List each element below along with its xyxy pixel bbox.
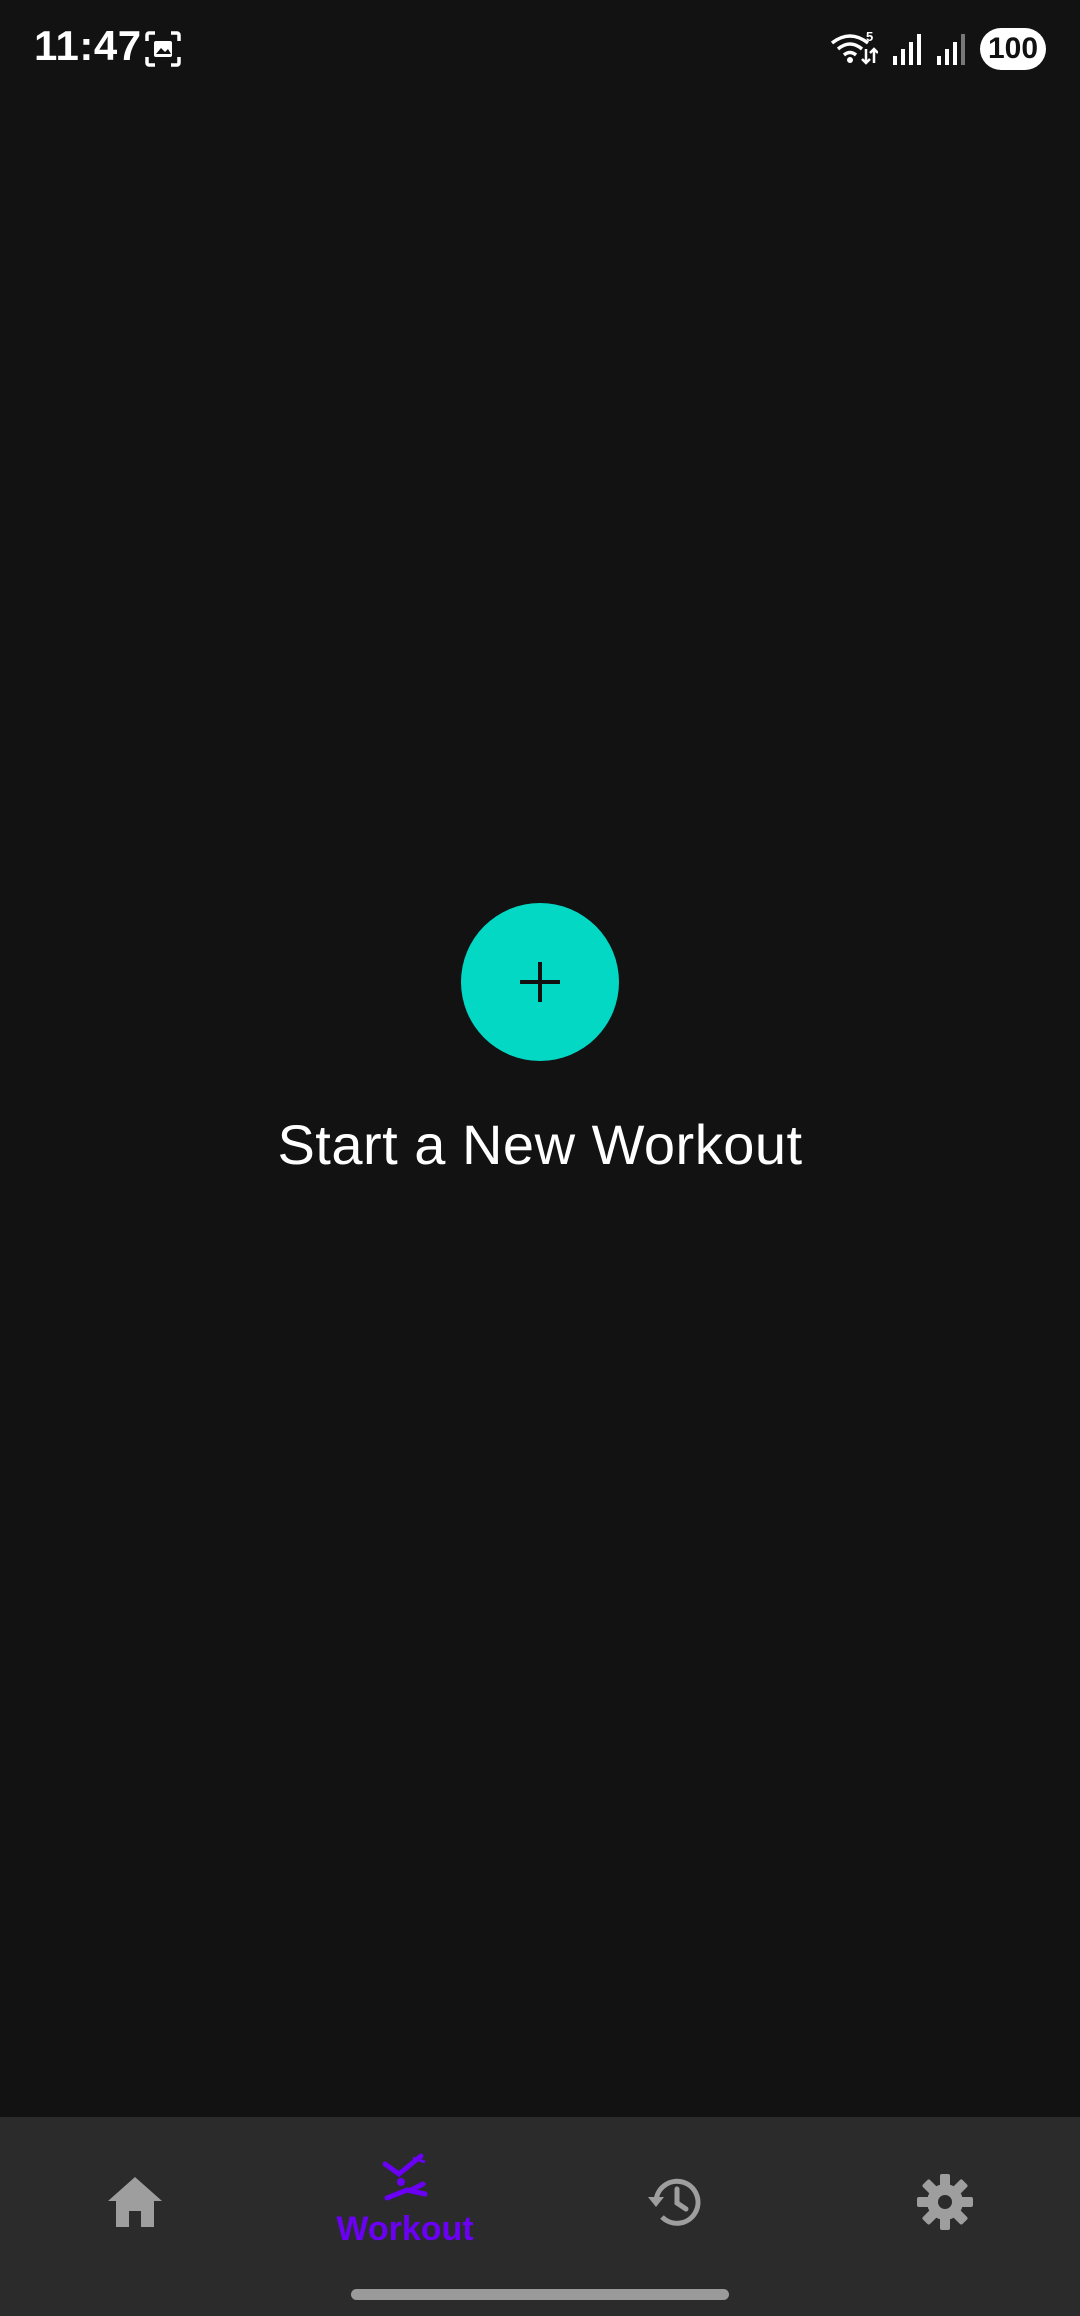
home-indicator[interactable] [351,2289,729,2300]
start-workout-label: Start a New Workout [277,1113,803,1176]
status-time: 11:47 [34,22,142,69]
signal-icon [937,34,965,65]
plus-icon [520,962,560,1002]
battery-indicator: 100 [980,28,1046,70]
status-icons: 5 100 [830,26,1046,72]
home-icon [108,2177,162,2227]
wifi-badge: 5 [866,29,873,44]
nav-workout-label: Workout [336,2209,474,2248]
workout-icon [382,2153,428,2200]
status-bar: 11:47 5 100 [0,0,1080,100]
bottom-navigation: Workout [0,2117,1080,2316]
nav-home[interactable] [0,2117,270,2287]
nav-workout[interactable]: Workout [270,2117,540,2287]
screenshot-icon [145,31,181,67]
nav-settings[interactable] [810,2117,1080,2287]
signal-icon [893,34,921,65]
nav-history[interactable] [540,2117,810,2287]
gear-icon [917,2174,973,2230]
wifi-icon: 5 [830,29,878,65]
history-icon [648,2178,701,2226]
start-workout-button[interactable] [461,903,619,1061]
